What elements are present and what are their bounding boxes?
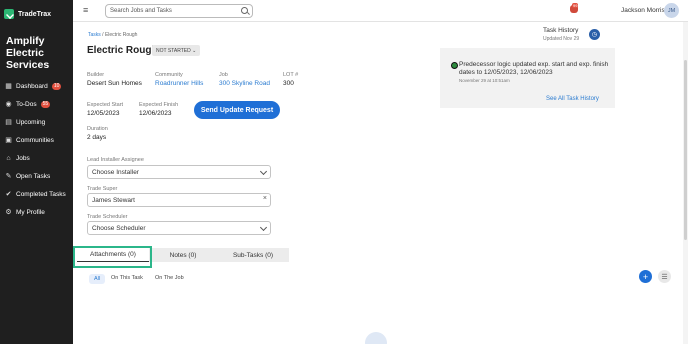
upload-icon[interactable] [365,332,387,344]
duration-label: Duration [87,126,108,132]
lead-installer-select[interactable]: Choose Installer [87,165,271,179]
topbar: ≡ Search Jobs and Tasks 99 Jackson Morri… [73,0,688,22]
tab-subtasks[interactable]: Sub-Tasks (0) [217,248,289,262]
check-circle-icon: ◉ [5,101,12,108]
status-dropdown[interactable]: NOT STARTED ⌄ [152,45,201,56]
community-link[interactable]: Roadrunner Hills [155,80,203,87]
sidebar-item-completed-tasks[interactable]: ✔ Completed Tasks [0,185,73,203]
sidebar-item-communities[interactable]: ▣ Communities [0,131,73,149]
chevron-down-icon [259,167,268,176]
todos-badge: 55 [40,100,51,108]
sidebar-item-my-profile[interactable]: ⚙ My Profile [0,203,73,221]
expected-finish-value: 12/06/2023 [139,110,172,117]
filter-all[interactable]: All [89,274,105,284]
sidebar-item-todos[interactable]: ◉ To-Dos 55 [0,95,73,113]
history-clock-icon[interactable]: ◷ [589,29,600,40]
tab-highlight-box [73,246,152,268]
add-attachment-button[interactable]: + [639,270,652,283]
filter-on-this-task[interactable]: On This Task [111,275,143,281]
trade-scheduler-label: Trade Scheduler [87,214,128,220]
expected-start-label: Expected Start [87,102,124,108]
wrench-icon: ✎ [5,173,12,180]
notification-badge: 99 [572,3,579,8]
breadcrumb: Tasks / Electric Rough [88,32,138,38]
community-label: Community [155,72,183,78]
lead-installer-label: Lead Installer Assignee [87,157,144,163]
brand[interactable]: TradeTrax [0,0,73,22]
list-view-icon[interactable]: ☰ [658,270,671,283]
clear-icon[interactable]: × [263,195,267,202]
search-icon [241,7,248,14]
search-input[interactable]: Search Jobs and Tasks [105,4,253,18]
lot-label: LOT # [283,72,299,78]
history-entry-time: November 29 at 10:51am [459,78,510,83]
expected-start-value: 12/05/2023 [87,110,120,117]
user-name[interactable]: Jackson Morris [621,7,665,14]
trade-scheduler-select[interactable]: Choose Scheduler [87,221,271,235]
breadcrumb-tasks-link[interactable]: Tasks [88,32,101,38]
sidebar-item-open-tasks[interactable]: ✎ Open Tasks [0,167,73,185]
company-name: Amplify Electric Services [6,35,50,71]
list-icon: ▤ [5,119,12,126]
filter-on-the-job[interactable]: On The Job [155,275,184,281]
history-avatar-icon [451,62,458,69]
page-title: Electric Rough [87,45,158,56]
lot-value: 300 [283,80,294,87]
tradetrax-logo-icon [4,9,14,19]
check-icon: ✔ [5,191,12,198]
builder-label: Builder [87,72,105,78]
dashboard-badge: 10 [51,82,62,90]
builder-value: Desert Sun Homes [87,80,142,87]
task-history-title: Task History [543,27,579,34]
sidebar-item-upcoming[interactable]: ▤ Upcoming [0,113,73,131]
sidebar: TradeTrax Amplify Electric Services ▦ Da… [0,0,73,344]
sidebar-item-dashboard[interactable]: ▦ Dashboard 10 [0,77,73,95]
calendar-icon: ▦ [5,83,12,90]
avatar[interactable]: JM [664,3,679,18]
home-icon: ⌂ [6,154,11,162]
history-entry-text: Predecessor logic updated exp. start and… [459,61,609,76]
job-link[interactable]: 300 Skyline Road [219,80,270,87]
task-history-updated: Updated Nov 29 [543,36,580,42]
breadcrumb-current: Electric Rough [104,32,138,38]
scrollbar-thumb[interactable] [684,60,687,240]
chevron-down-icon: ⌄ [192,48,197,54]
chevron-down-icon [259,223,268,232]
sidebar-item-jobs[interactable]: ⌂ Jobs [0,149,73,167]
see-all-history-link[interactable]: See All Task History [546,96,599,102]
message-icon: ▣ [5,137,12,144]
send-update-request-button[interactable]: Send Update Request [194,101,280,119]
tab-notes[interactable]: Notes (0) [149,248,217,262]
sidebar-nav: ▦ Dashboard 10 ◉ To-Dos 55 ▤ Upcoming ▣ … [0,77,73,221]
trade-super-select[interactable]: James Stewart × [87,193,271,207]
job-label: Job [219,72,228,78]
expected-finish-label: Expected Finish [139,102,179,108]
gear-icon: ⚙ [5,209,12,216]
duration-value: 2 days [87,134,107,141]
trade-super-label: Trade Super [87,186,118,192]
menu-icon[interactable]: ≡ [83,5,88,15]
brand-name: TradeTrax [18,10,52,18]
